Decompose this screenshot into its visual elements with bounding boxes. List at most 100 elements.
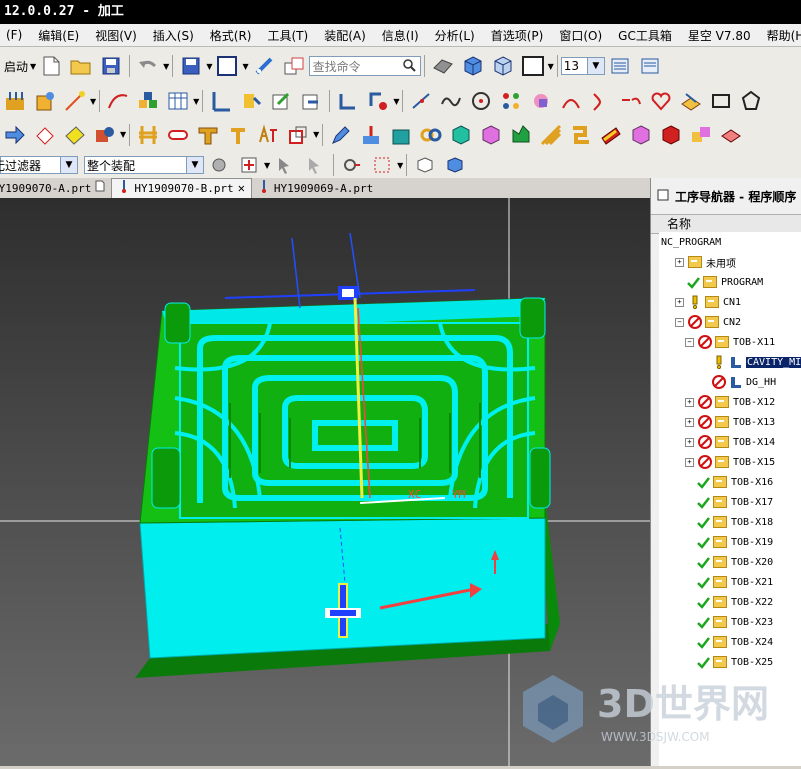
arc-icon[interactable] [560,90,582,112]
menu-assembly[interactable]: 装配(A) [318,27,376,44]
menu-window[interactable]: 窗口(O) [553,27,612,44]
chevron-down-icon[interactable]: ▼ [548,62,554,71]
chain-icon[interactable] [420,124,442,146]
eraser-icon[interactable] [34,124,56,146]
menu-edit[interactable]: 编辑(E) [32,27,89,44]
undo-icon[interactable] [137,55,159,77]
subtract-icon[interactable] [720,124,742,146]
save-as-icon[interactable] [180,55,202,77]
menu-insert[interactable]: 插入(S) [147,27,204,44]
rotate-icon[interactable] [367,90,389,112]
shaded-view-icon[interactable] [432,55,454,77]
mirror-icon[interactable] [530,90,552,112]
chevron-down-icon[interactable]: ▼ [242,62,248,71]
new-file-icon[interactable] [40,55,62,77]
menu-analysis[interactable]: 分析(L) [429,27,485,44]
tee-icon[interactable] [197,124,219,146]
tree-row[interactable]: TOB-X17 [685,492,773,512]
tree-row[interactable]: TOB-X24 [685,632,773,652]
tree-row[interactable]: PROGRAM [675,272,763,292]
close-icon[interactable]: ✕ [238,179,245,198]
tool-path-icon[interactable] [4,90,26,112]
paint-icon[interactable] [240,90,262,112]
bar-icon[interactable] [600,124,622,146]
trim-icon[interactable] [590,90,612,112]
tab-hy1909070-a[interactable]: HY1909070-A.prt [0,179,111,198]
menu-xingkong[interactable]: 星空 V7.80 [682,27,761,44]
tree-row[interactable]: + TOB-X14 [685,432,775,452]
tree-row[interactable]: TOB-X20 [685,552,773,572]
settings-icon[interactable] [300,90,322,112]
tree-row[interactable]: TOB-X23 [685,612,773,632]
menu-preferences[interactable]: 首选项(P) [485,27,554,44]
copy-window-icon[interactable] [283,55,305,77]
shell-icon[interactable] [450,124,472,146]
edge-icon[interactable] [210,90,232,112]
filter-select[interactable]: 无过滤器 ▼ [0,156,78,174]
tree-row[interactable]: TOB-X18 [685,512,773,532]
fill-icon[interactable] [480,124,502,146]
edit-icon[interactable] [270,90,292,112]
search-input[interactable]: 查找命令 [308,56,421,76]
menu-format[interactable]: 格式(R) [204,27,262,44]
tree-row[interactable]: + 未用项 [675,252,736,272]
heart-icon[interactable] [650,90,672,112]
background-color-icon[interactable] [521,55,544,77]
assembly-icon[interactable] [137,90,159,112]
menu-file[interactable]: (F) [0,28,32,42]
cursor-alt-icon[interactable] [304,154,326,176]
pins-icon[interactable] [137,124,159,146]
chevron-down-icon[interactable]: ▼ [313,130,319,139]
select-options-icon[interactable] [208,154,230,176]
chevron-down-icon[interactable]: ▼ [120,130,126,139]
highlight-icon[interactable] [64,124,86,146]
assembly-scope-select[interactable]: 整个装配 ▼ [84,156,204,174]
chevron-down-icon[interactable]: ▼ [90,97,96,106]
menu-help[interactable]: 帮助(H) [761,27,801,44]
block-icon[interactable] [94,124,116,146]
snake-icon[interactable] [570,124,592,146]
chevron-down-icon[interactable]: ▼ [393,97,399,106]
tree-row[interactable]: TOB-X19 [685,532,773,552]
expand-icon[interactable]: + [685,457,694,467]
chevron-down-icon[interactable]: ▼ [586,58,604,74]
open-folder-icon[interactable] [70,55,92,77]
tree-row[interactable]: + CN1 [675,292,741,312]
column-header-name[interactable]: 名称 [651,214,801,234]
move-icon[interactable] [337,90,359,112]
menu-gc-toolbox[interactable]: GC工具箱 [612,27,682,44]
tree-row[interactable]: TOB-X22 [685,592,773,612]
cursor-icon[interactable] [274,154,296,176]
generate-icon[interactable] [34,90,56,112]
save-icon[interactable] [100,55,122,77]
pencil-icon[interactable] [330,124,352,146]
snap-point-icon[interactable] [238,154,260,176]
chevron-down-icon[interactable]: ▼ [163,62,169,71]
search-icon[interactable] [402,58,416,75]
tree-row[interactable]: DG_HH [701,372,776,392]
view-shaded-icon[interactable] [444,154,466,176]
tree-row[interactable]: − TOB-X11 [685,332,775,352]
offset-icon[interactable] [620,90,642,112]
color-swatch-icon[interactable] [216,55,238,77]
tree-row[interactable]: − CN2 [675,312,741,332]
measure-icon[interactable] [253,55,275,77]
box-icon[interactable] [287,124,309,146]
tree-row[interactable]: + TOB-X12 [685,392,775,412]
cube-view-icon[interactable] [462,55,484,77]
collapse-icon[interactable]: − [675,317,684,327]
expand-icon[interactable]: + [675,297,684,307]
tree-row[interactable]: TOB-X21 [685,572,773,592]
view-box-icon[interactable] [414,154,436,176]
snap-settings-icon[interactable] [341,154,363,176]
chevron-down-icon[interactable]: ▼ [193,97,199,106]
text-tool-icon[interactable] [257,123,279,146]
spline-icon[interactable] [440,90,462,112]
start-button[interactable]: 启动 ▼ [4,58,36,75]
hatch-icon[interactable] [540,124,562,146]
tree-row[interactable]: + TOB-X15 [685,452,775,472]
chevron-down-icon[interactable]: ▼ [60,157,77,173]
tree-row[interactable]: TOB-X25 [685,652,773,672]
intersect-icon[interactable] [690,124,712,146]
pattern-icon[interactable] [500,90,522,112]
